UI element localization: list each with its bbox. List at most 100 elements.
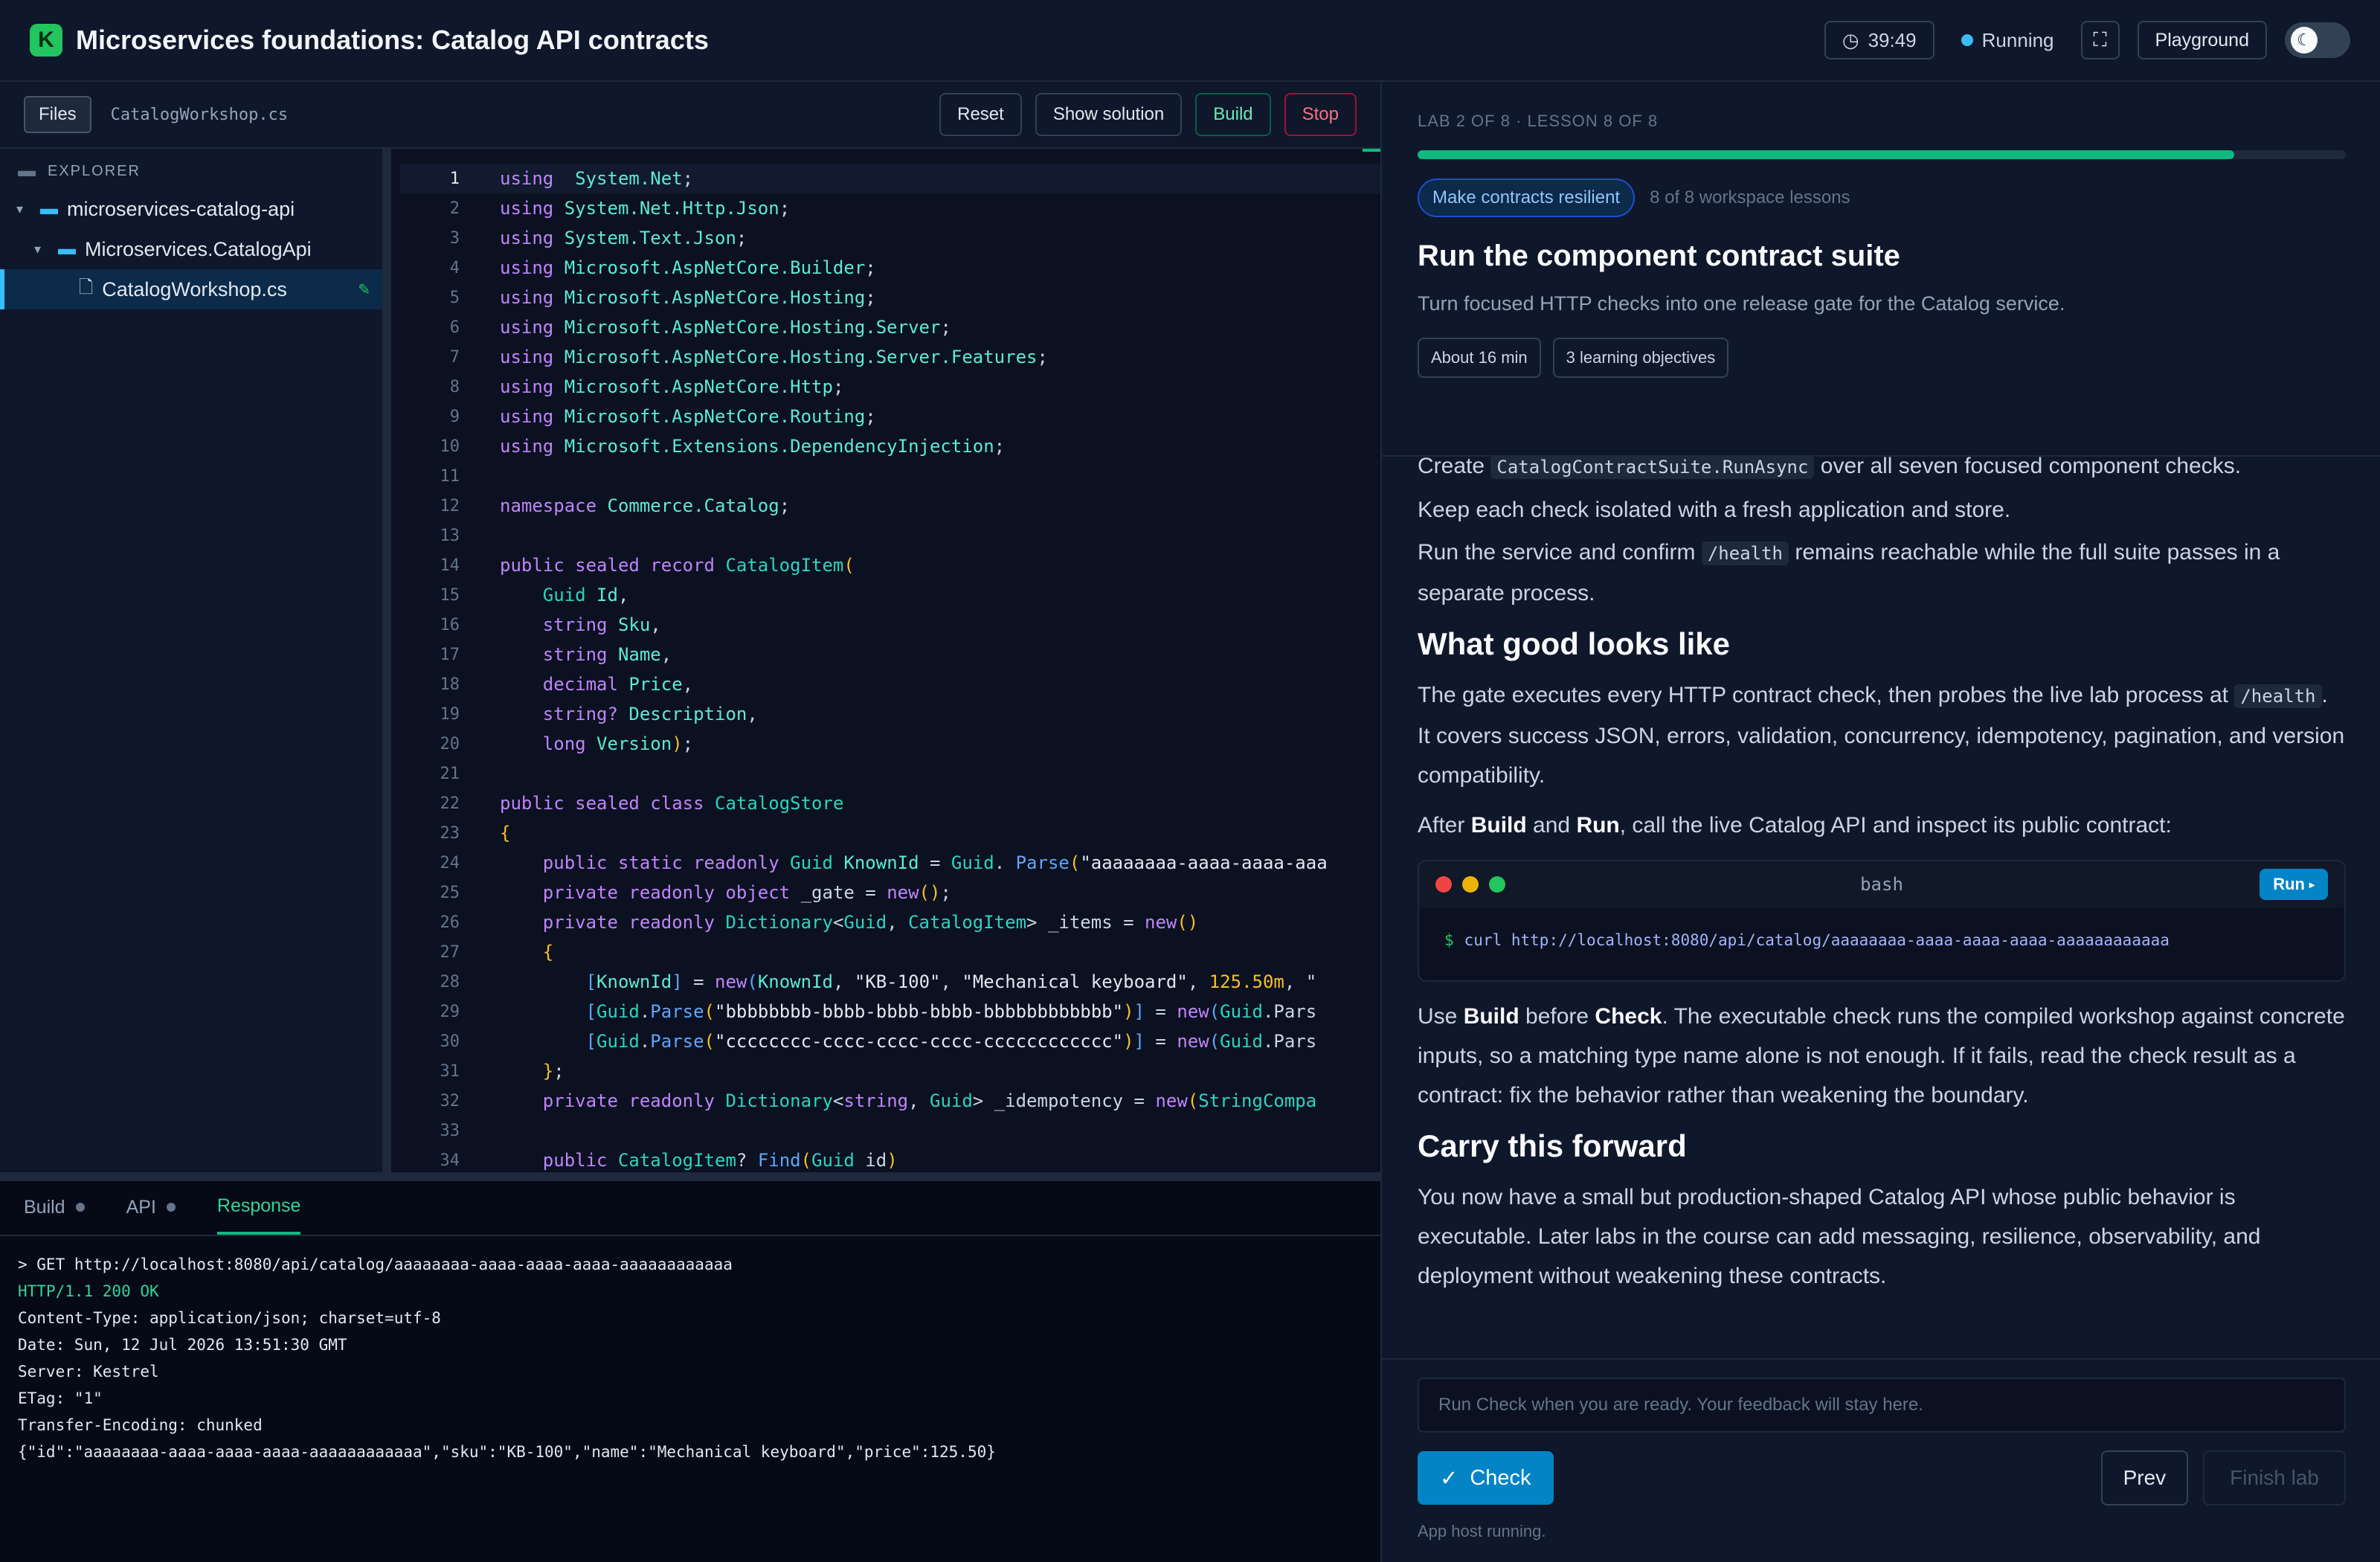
line-number: 21 xyxy=(440,764,460,783)
code-editor[interactable]: 1 using System.Net; 2 using System.Net.Http… xyxy=(400,149,1380,1172)
code-text: [KnownId] = new(KnownId, "KB-100", "Mech… xyxy=(585,971,1317,992)
button-label: Check xyxy=(1470,1465,1531,1490)
line-number: 17 xyxy=(440,645,460,664)
line-number: 2 xyxy=(449,199,460,218)
check-button[interactable]: ✓ Check xyxy=(1418,1451,1554,1505)
files-tab[interactable]: Files xyxy=(24,96,91,133)
code-text: private readonly Dictionary<string, Guid… xyxy=(542,1090,1317,1111)
text: , call the live Catalog API and inspect … xyxy=(1619,813,2172,838)
code-text: string? Description, xyxy=(542,704,758,724)
lesson-chips: Make contracts resilient 8 of 8 workspac… xyxy=(1418,179,2344,217)
response-line: {"id":"aaaaaaaa-aaaa-aaaa-aaaa-aaaaaaaaa… xyxy=(18,1443,996,1461)
duration-tag: About 16 min xyxy=(1418,338,1541,378)
chevron-down-icon: ▾ xyxy=(34,241,42,257)
inline-code: CatalogContractSuite.RunAsync xyxy=(1490,457,1815,479)
line-number: 4 xyxy=(449,258,460,277)
code-line: 6 using Microsoft.AspNetCore.Hosting.Serv… xyxy=(400,312,1380,342)
tree-item-label: microservices-catalog-api xyxy=(67,197,295,220)
line-number: 3 xyxy=(449,228,460,248)
playground-button[interactable]: Playground xyxy=(2137,21,2267,60)
code-line: 28 [KnownId] = new(KnownId, "KB-100", "M… xyxy=(400,967,1380,997)
code-line: 5 using Microsoft.AspNetCore.Hosting; xyxy=(400,283,1380,312)
lesson-tags: About 16 min 3 learning objectives xyxy=(1418,338,2344,378)
fullscreen-button[interactable]: ⛶ xyxy=(2080,21,2120,60)
code-text: { xyxy=(500,823,511,843)
code-lines: 1 using System.Net; 2 using System.Net.Http… xyxy=(400,149,1380,1172)
line-number: 28 xyxy=(440,972,460,991)
module-chip[interactable]: Make contracts resilient xyxy=(1418,179,1636,217)
explorer-title: EXPLORER xyxy=(48,162,141,179)
line-number: 22 xyxy=(440,794,460,813)
tab-api[interactable]: API xyxy=(126,1180,176,1235)
code-line: 1 using System.Net; xyxy=(400,164,1380,193)
status-dot-icon xyxy=(1961,34,1973,46)
code-line: 9 using Microsoft.AspNetCore.Routing; xyxy=(400,402,1380,431)
line-number: 33 xyxy=(440,1121,460,1140)
code-line: 33 xyxy=(400,1116,1380,1145)
text: and xyxy=(1526,813,1577,838)
code-line: 3 using System.Text.Json; xyxy=(400,223,1380,253)
paragraph: The gate executes every HTTP contract ch… xyxy=(1418,675,2346,795)
lesson-breadcrumb: LAB 2 OF 8 · LESSON 8 OF 8 xyxy=(1418,112,1659,130)
line-number: 24 xyxy=(440,853,460,872)
terminal-command: $ curl http://localhost:8080/api/catalog/… xyxy=(1419,907,2344,973)
stop-button[interactable]: Stop xyxy=(1284,93,1357,136)
line-number: 27 xyxy=(440,942,460,962)
code-text: namespace Commerce.Catalog; xyxy=(500,495,791,516)
app-logo: K xyxy=(30,24,62,57)
theme-toggle[interactable]: ☾ xyxy=(2285,22,2350,58)
timer: ◷ 39:49 xyxy=(1824,21,1934,60)
code-text: using Microsoft.AspNetCore.Hosting.Serve… xyxy=(500,317,951,338)
inline-code: /health xyxy=(2234,684,2322,708)
code-line: 25 private readonly object _gate = new()… xyxy=(400,878,1380,907)
code-line: 7 using Microsoft.AspNetCore.Hosting.Serv… xyxy=(400,342,1380,372)
code-line: 20 long Version); xyxy=(400,729,1380,759)
reset-button[interactable]: Reset xyxy=(939,93,1022,136)
code-text: public static readonly Guid KnownId = Gu… xyxy=(542,852,1328,873)
tab-response[interactable]: Response xyxy=(216,1180,301,1235)
explorer-heading: ▬ EXPLORER xyxy=(0,153,382,189)
line-number: 1 xyxy=(449,169,460,188)
finish-lab-button[interactable]: Finish lab xyxy=(2203,1450,2346,1505)
code-line: 32 private readonly Dictionary<string, G… xyxy=(400,1086,1380,1116)
lesson-pane: LAB 2 OF 8 · LESSON 8 OF 8 Make contract… xyxy=(1380,82,2380,1562)
clock-icon: ◷ xyxy=(1842,28,1859,51)
paragraph: Run the service and confirm /health rema… xyxy=(1418,533,2346,613)
objectives-tag[interactable]: 3 learning objectives xyxy=(1552,338,1729,378)
code-text: public sealed record CatalogItem( xyxy=(500,555,855,576)
line-number: 15 xyxy=(440,585,460,605)
prev-button[interactable]: Prev xyxy=(2100,1450,2189,1505)
timer-value: 39:49 xyxy=(1868,28,1917,51)
code-text: using System.Net.Http.Json; xyxy=(500,198,791,219)
chevron-down-icon: ▾ xyxy=(16,201,24,216)
build-button[interactable]: Build xyxy=(1195,93,1271,136)
show-solution-button[interactable]: Show solution xyxy=(1035,93,1183,136)
text: Run the service and confirm xyxy=(1418,540,1702,565)
line-number: 8 xyxy=(449,377,460,396)
status-label: Running xyxy=(1981,28,2054,51)
code-line: 30 [Guid.Parse("cccccccc-cccc-cccc-cccc-… xyxy=(400,1026,1380,1056)
top-bar: K Microservices foundations: Catalog API… xyxy=(0,0,2380,82)
code-line: 23 { xyxy=(400,818,1380,848)
moon-icon: ☾ xyxy=(2291,27,2318,54)
terminal-header: bash Run ▸ xyxy=(1419,861,2344,907)
line-number: 31 xyxy=(440,1061,460,1081)
code-text: private readonly object _gate = new(); xyxy=(542,882,951,903)
line-number: 5 xyxy=(449,288,460,307)
line-number: 18 xyxy=(440,675,460,694)
status-dot-icon xyxy=(75,1203,85,1212)
lesson-count: 8 of 8 workspace lessons xyxy=(1650,187,1850,208)
text: Create xyxy=(1418,457,1491,478)
code-line: 16 string Sku, xyxy=(400,610,1380,640)
editor-accent xyxy=(1363,149,1380,152)
tree-item-file[interactable]: 🗋 CatalogWorkshop.cs ✎ xyxy=(0,269,382,309)
line-number: 26 xyxy=(440,913,460,932)
open-file-name: CatalogWorkshop.cs xyxy=(110,105,289,124)
tab-build[interactable]: Build xyxy=(24,1180,85,1235)
code-line: 34 public CatalogItem? Find(Guid id) xyxy=(400,1145,1380,1172)
line-number: 25 xyxy=(440,883,460,902)
tree-item-root[interactable]: ▾ ▬ microservices-catalog-api xyxy=(0,189,382,229)
run-command-button[interactable]: Run ▸ xyxy=(2260,869,2328,900)
code-line: 18 decimal Price, xyxy=(400,669,1380,699)
tree-item-project[interactable]: ▾ ▬ Microservices.CatalogApi xyxy=(0,229,382,269)
